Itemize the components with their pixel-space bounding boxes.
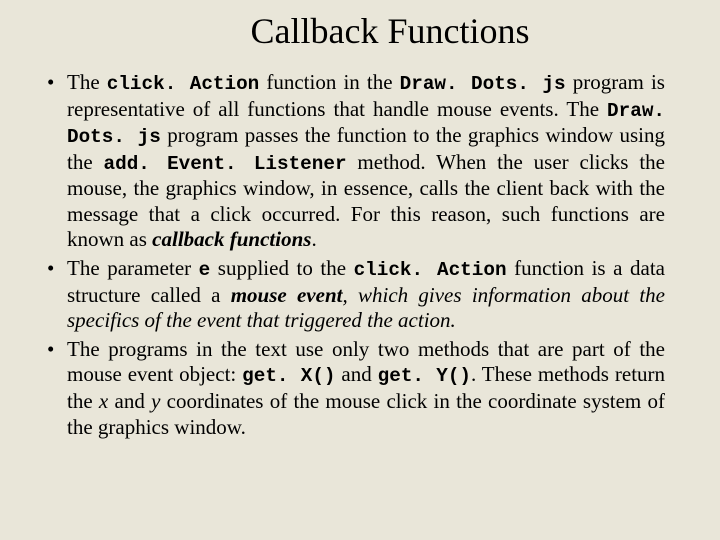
code-text: get. X() — [242, 365, 335, 387]
code-text: click. Action — [354, 259, 507, 281]
code-text: Draw. Dots. js — [400, 73, 566, 95]
code-text: click. Action — [107, 73, 260, 95]
text: . — [311, 227, 316, 251]
list-item: The programs in the text use only two me… — [67, 337, 665, 440]
text: and — [108, 389, 151, 413]
bullet-list: The click. Action function in the Draw. … — [45, 70, 675, 440]
text: supplied to the — [210, 256, 353, 280]
emphasis-text: callback functions — [152, 227, 311, 251]
slide-title: Callback Functions — [45, 10, 675, 52]
code-text: e — [199, 259, 211, 281]
italic-text: x — [99, 389, 108, 413]
text: The parameter — [67, 256, 199, 280]
text: The — [67, 70, 107, 94]
code-text: add. Event. Listener — [104, 153, 347, 175]
text: function in the — [259, 70, 399, 94]
slide: Callback Functions The click. Action fun… — [0, 0, 720, 540]
list-item: The click. Action function in the Draw. … — [67, 70, 665, 253]
text: and — [336, 362, 378, 386]
emphasis-text: mouse event — [231, 283, 343, 307]
code-text: get. Y() — [378, 365, 471, 387]
list-item: The parameter e supplied to the click. A… — [67, 256, 665, 334]
